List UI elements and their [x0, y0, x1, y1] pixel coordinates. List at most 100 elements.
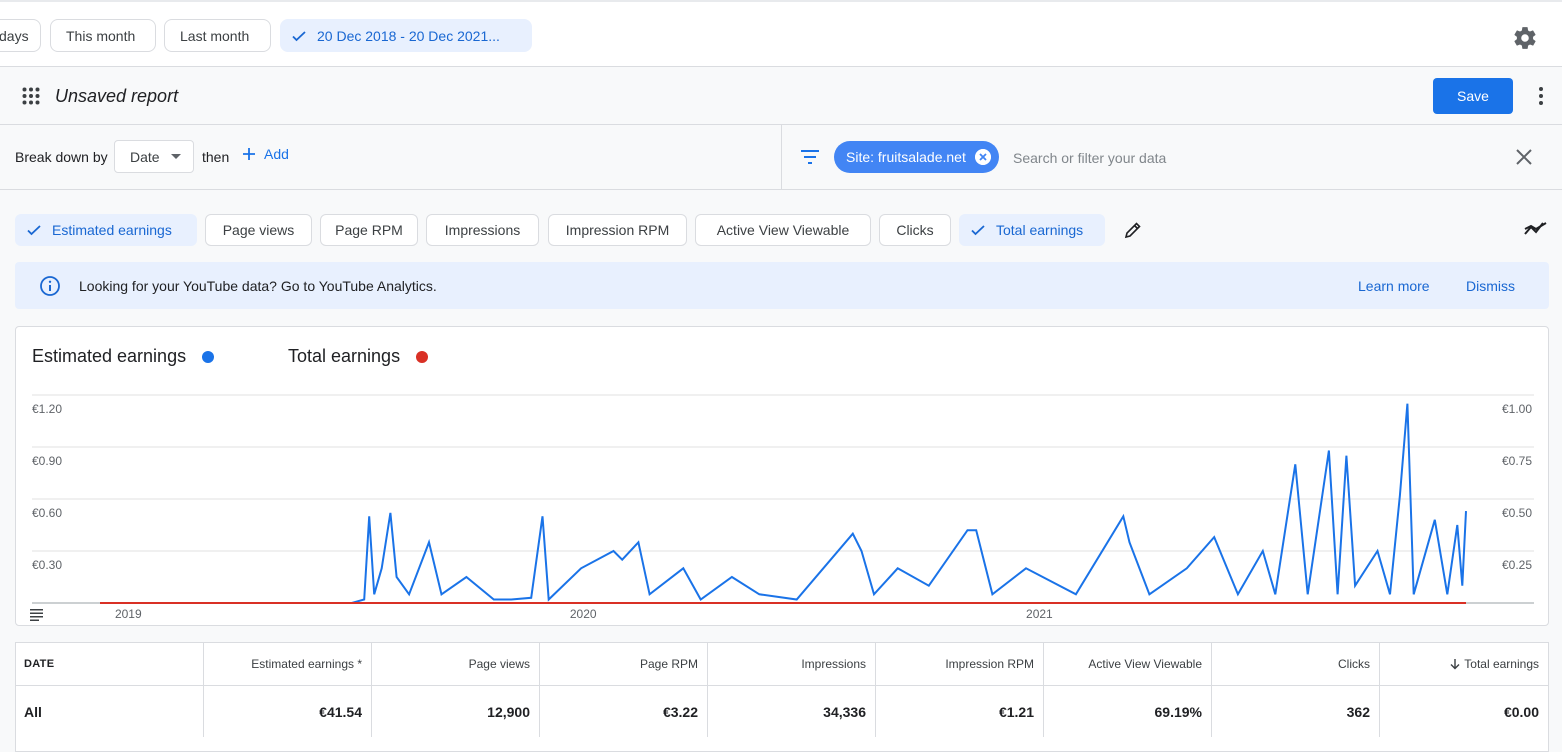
plus-icon	[243, 148, 255, 160]
youtube-info-banner: Looking for your YouTube data? Go to You…	[15, 262, 1549, 309]
close-icon[interactable]	[1514, 147, 1534, 167]
column-header-total-earnings[interactable]: Total earnings	[1380, 643, 1548, 685]
table-cell: 12,900	[372, 685, 540, 737]
column-header-page-views[interactable]: Page views	[372, 643, 540, 685]
y-tick-label-left: €1.20	[32, 402, 62, 416]
metric-chip-total-earnings[interactable]: Total earnings	[959, 214, 1105, 246]
apps-grid-icon[interactable]	[22, 87, 40, 105]
table-cell: €0.00	[1380, 685, 1548, 737]
header-label: Page RPM	[639, 657, 698, 671]
date-chip-days[interactable]: days	[0, 19, 41, 52]
cell-value: 12,900	[487, 703, 530, 720]
metric-label: Active View Viewable	[716, 222, 850, 238]
breakdown-dropdown[interactable]: Date	[114, 140, 194, 173]
metric-chip-page-rpm[interactable]: Page RPM	[320, 214, 418, 246]
cell-value: All	[24, 703, 42, 720]
x-tick-label: 2020	[570, 607, 597, 621]
site-filter-label: Site: fruitsalade.net	[846, 149, 966, 165]
column-header-impressions[interactable]: Impressions	[708, 643, 876, 685]
breakdown-label: Break down by	[15, 149, 108, 165]
table-view-icon[interactable]	[30, 609, 43, 621]
more-vert-icon[interactable]	[1531, 84, 1551, 108]
add-breakdown-label: Add	[264, 146, 289, 162]
metric-label: Clicks	[896, 222, 934, 238]
metric-chip-page-views[interactable]: Page views	[205, 214, 312, 246]
y-tick-label-right: €0.25	[1502, 558, 1532, 572]
column-header-page-rpm[interactable]: Page RPM	[540, 643, 708, 685]
date-chip-label: Last month	[180, 27, 250, 44]
sort-down-icon	[1450, 659, 1460, 670]
check-icon	[971, 225, 985, 236]
metric-chip-impression-rpm[interactable]: Impression RPM	[548, 214, 687, 246]
y-tick-label-left: €0.30	[32, 558, 62, 572]
table-cell: 34,336	[708, 685, 876, 737]
y-tick-label-right: €0.50	[1502, 506, 1532, 520]
table-cell: €41.54	[204, 685, 372, 737]
header-label: Page views	[468, 657, 530, 671]
y-tick-label-left: €0.60	[32, 506, 62, 520]
metric-chip-impressions[interactable]: Impressions	[426, 214, 539, 246]
date-chip-this-month[interactable]: This month	[50, 19, 156, 52]
save-button[interactable]: Save	[1433, 78, 1513, 114]
date-chip-custom-range[interactable]: 20 Dec 2018 - 20 Dec 2021...	[280, 19, 532, 52]
info-icon	[40, 276, 60, 296]
header-label: DATE	[24, 658, 55, 670]
cell-value: €1.21	[998, 703, 1034, 720]
metric-label: Impression RPM	[565, 222, 670, 238]
learn-more-link[interactable]: Learn more	[1358, 278, 1430, 294]
remove-filter-icon[interactable]	[975, 149, 991, 165]
metric-chip-clicks[interactable]: Clicks	[879, 214, 951, 246]
metric-label: Page views	[222, 222, 295, 238]
gear-icon[interactable]	[1512, 25, 1538, 51]
y-tick-label-left: €0.90	[32, 454, 62, 468]
date-chip-label: days	[0, 27, 29, 44]
cell-value: €3.22	[662, 703, 698, 720]
check-icon	[27, 225, 41, 236]
cell-value: €41.54	[319, 703, 362, 720]
header-label: Total earnings	[1464, 657, 1539, 671]
table-cell: €3.22	[540, 685, 708, 737]
breakdown-value: Date	[130, 148, 160, 165]
metric-label: Total earnings	[996, 222, 1084, 238]
dismiss-button[interactable]: Dismiss	[1466, 278, 1515, 294]
metric-label: Estimated earnings	[52, 222, 172, 238]
cell-value: €0.00	[1503, 703, 1539, 720]
cell-value: 69.19%	[1154, 703, 1202, 720]
header-label: Impressions	[801, 657, 866, 671]
y-tick-label-right: €1.00	[1502, 402, 1532, 416]
report-header: Unsaved report Save	[0, 67, 1562, 125]
dropdown-arrow-icon	[171, 154, 181, 159]
site-filter-chip[interactable]: Site: fruitsalade.net	[834, 141, 999, 173]
metric-chip-estimated-earnings[interactable]: Estimated earnings	[15, 214, 197, 246]
chart-toggle-icon[interactable]	[1524, 219, 1548, 239]
date-range-bar: days This month Last month 20 Dec 2018 -…	[0, 0, 1562, 67]
column-header-estimated-earnings[interactable]: Estimated earnings *	[204, 643, 372, 685]
table-cell: 69.19%	[1044, 685, 1212, 737]
filter-icon[interactable]	[800, 149, 820, 165]
table-cell: €1.21	[876, 685, 1044, 737]
cell-value: 34,336	[823, 703, 866, 720]
column-header-impression-rpm[interactable]: Impression RPM	[876, 643, 1044, 685]
x-tick-label: 2021	[1026, 607, 1053, 621]
y-tick-label-right: €0.75	[1502, 454, 1532, 468]
date-chip-label: This month	[66, 27, 136, 44]
report-title[interactable]: Unsaved report	[55, 86, 178, 107]
header-label: Active View Viewable	[1088, 657, 1202, 671]
chart-card: Estimated earnings Total earnings €1.20 €…	[15, 326, 1549, 626]
metric-label: Impressions	[444, 222, 521, 238]
divider	[781, 125, 782, 189]
add-breakdown-button[interactable]: Add	[242, 146, 289, 162]
table-cell-date: All	[16, 685, 204, 737]
header-label: Clicks	[1338, 657, 1370, 671]
edit-metrics-icon[interactable]	[1124, 221, 1142, 239]
search-input[interactable]	[1011, 145, 1315, 171]
metric-chip-active-view-viewable[interactable]: Active View Viewable	[695, 214, 871, 246]
column-header-active-view-viewable[interactable]: Active View Viewable	[1044, 643, 1212, 685]
column-header-date[interactable]: DATE	[16, 643, 204, 685]
cell-value: 362	[1346, 703, 1370, 720]
date-chip-last-month[interactable]: Last month	[164, 19, 271, 52]
header-label: Impression RPM	[945, 657, 1034, 671]
earnings-line-chart: €1.20 €0.90 €0.60 €0.30 €1.00 €0.75 €0.50 €0.2…	[30, 394, 1534, 621]
column-header-clicks[interactable]: Clicks	[1212, 643, 1380, 685]
date-chip-label: 20 Dec 2018 - 20 Dec 2021...	[317, 27, 500, 44]
